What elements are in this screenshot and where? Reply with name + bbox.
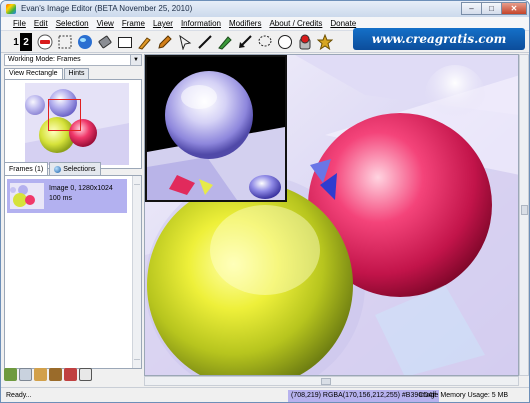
view-rectangle-indicator[interactable]	[48, 99, 81, 131]
record-icon[interactable]	[36, 33, 54, 51]
app-window: Evan's Image Editor (BETA November 25, 2…	[0, 0, 530, 403]
edit-frame-icon[interactable]	[49, 368, 62, 381]
line-icon[interactable]	[196, 33, 214, 51]
tab-selections[interactable]: Selections	[49, 162, 101, 176]
arrow-icon[interactable]	[236, 33, 254, 51]
magnifier-preview	[145, 55, 287, 202]
frame-name: Image 0, 1280x1024	[49, 185, 113, 192]
tab-frames[interactable]: Frames (1)	[4, 162, 49, 176]
memory-usage: Image Memory Usage: 5 MB	[419, 392, 509, 399]
menu-view[interactable]: View	[93, 17, 118, 30]
working-mode-select[interactable]: Working Mode: Frames ▼	[4, 54, 142, 66]
star-icon[interactable]	[316, 33, 334, 51]
left-panel: Working Mode: Frames ▼ View Rectangle Hi…	[4, 54, 142, 386]
selection-marquee-icon[interactable]	[56, 33, 74, 51]
brand-banner: www.creagratis.com	[353, 28, 525, 50]
horizontal-scroll-thumb[interactable]	[321, 378, 331, 385]
status-text: Ready...	[6, 392, 32, 399]
globe-icon[interactable]	[76, 33, 94, 51]
working-mode-label: Working Mode: Frames	[8, 56, 81, 63]
menu-information[interactable]: Information	[177, 17, 225, 30]
maximize-button[interactable]: □	[481, 2, 501, 15]
import-frame-icon[interactable]	[34, 368, 47, 381]
brush-icon[interactable]	[136, 33, 154, 51]
selections-globe-icon	[54, 166, 62, 173]
minimize-button[interactable]: –	[461, 2, 481, 15]
pixel-info: (708,219) RGBA(170,156,212,255) #B39CD4f…	[288, 390, 440, 402]
menu-file[interactable]: File	[9, 17, 30, 30]
title-bar: Evan's Image Editor (BETA November 25, 2…	[1, 1, 529, 17]
frames-list-scrollbar[interactable]	[132, 176, 141, 368]
vertical-scroll-thumb[interactable]	[521, 205, 528, 215]
menu-frame[interactable]: Frame	[118, 17, 149, 30]
menu-layer[interactable]: Layer	[149, 17, 177, 30]
frame-duration: 100 ms	[49, 195, 72, 202]
window-controls: – □ ✕	[461, 2, 527, 16]
rectangle-icon[interactable]	[116, 33, 134, 51]
menu-edit[interactable]: Edit	[30, 17, 52, 30]
delete-frame-icon[interactable]	[64, 368, 77, 381]
add-frame-icon[interactable]	[4, 368, 17, 381]
horizontal-scrollbar[interactable]	[144, 376, 519, 386]
menu-modifiers[interactable]: Modifiers	[225, 17, 265, 30]
frames-list: Image 0, 1280x1024 100 ms	[4, 175, 142, 369]
frame-thumbnail	[10, 183, 44, 209]
lasso-icon[interactable]	[256, 33, 274, 51]
status-bar: Ready... (708,219) RGBA(170,156,212,255)…	[1, 387, 529, 402]
tab-selections-label: Selections	[63, 165, 96, 173]
list-item[interactable]: Image 0, 1280x1024 100 ms	[7, 179, 127, 213]
app-logo-icon	[6, 4, 16, 14]
circle-icon[interactable]	[276, 33, 294, 51]
menu-about-credits[interactable]: About / Credits	[265, 17, 326, 30]
chevron-down-icon[interactable]: ▼	[130, 55, 141, 65]
pencil-icon[interactable]	[156, 33, 174, 51]
frame-properties-icon[interactable]	[79, 368, 92, 381]
vertical-scrollbar[interactable]	[519, 54, 529, 376]
brand-url: www.creagratis.com	[371, 32, 507, 46]
navigator-thumbnail[interactable]	[25, 83, 129, 165]
list-tabs: Frames (1) Selections	[4, 162, 102, 176]
close-button[interactable]: ✕	[501, 2, 527, 15]
marker-icon[interactable]	[216, 33, 234, 51]
frame-tools	[4, 368, 94, 384]
navigator-panel	[4, 79, 142, 169]
eraser-icon[interactable]	[96, 33, 114, 51]
duplicate-frame-icon[interactable]	[19, 368, 32, 381]
bucket-icon[interactable]	[296, 33, 314, 51]
tool-slot-2[interactable]: 2	[20, 33, 32, 51]
menu-selection[interactable]: Selection	[52, 17, 93, 30]
pointer-icon[interactable]	[176, 33, 194, 51]
window-title: Evan's Image Editor (BETA November 25, 2…	[21, 4, 193, 13]
